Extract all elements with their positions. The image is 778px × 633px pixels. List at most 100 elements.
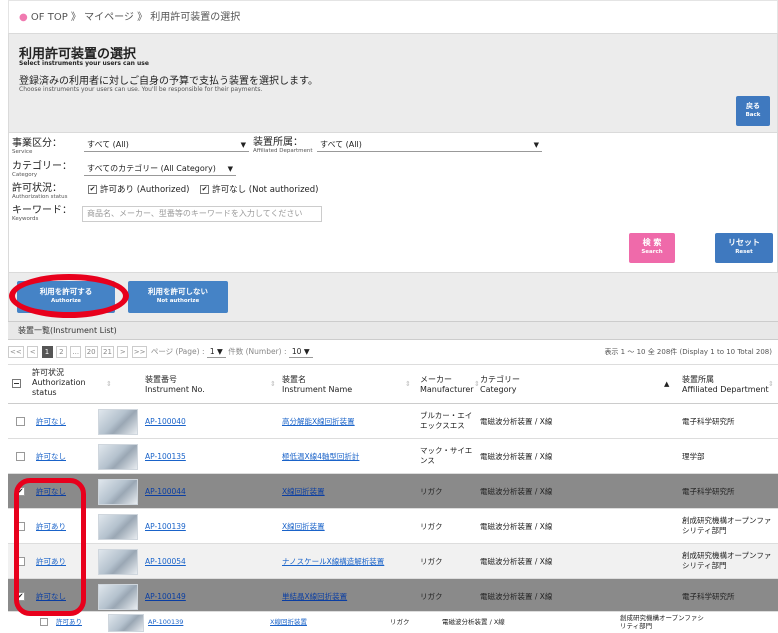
pagination: << < 1 2 ... 20 21 > >> ページ (Page) : 1 ▼… [8,341,778,363]
display-count: 表示 1 〜 10 全 208件 (Display 1 to 10 Total … [604,348,772,356]
chevron-down-icon: ▼ [533,141,539,149]
row-dept: 電子科学研究所 [682,592,735,601]
row-maker: ブルカー・エイエックスエス [420,411,473,430]
row-dept: 電子科学研究所 [682,417,735,426]
not-authorize-button[interactable]: 利用を許可しない Not authorize [128,281,228,313]
page-next[interactable]: > [117,346,129,358]
keyword-input[interactable]: 商品名、メーカー、型番等のキーワードを入力してください [82,206,322,222]
service-select[interactable]: すべて (All) ▼ [84,138,249,152]
row-maker: リガク [420,522,443,531]
table-row[interactable]: ✔ 許可なし AP-100044 X線回折装置 リガク 電磁波分析装置 / X線… [8,474,778,509]
row-name[interactable]: X線回折装置 [282,509,325,544]
search-button[interactable]: 検 索 Search [629,233,675,263]
ghost-checkbox [40,618,48,626]
row-name[interactable]: 単結晶X線回折装置 [282,579,347,614]
table-header: 許可状況 Authorization status ⇕ 装置番号 Instrumen… [8,364,778,404]
row-category: 電磁波分析装置 / X線 [480,487,553,496]
col-dept[interactable]: 装置所属 Affiliated Department [682,375,769,395]
page-2[interactable]: 2 [55,346,67,358]
row-maker: リガク [420,592,443,601]
instrument-thumbnail [98,479,138,505]
ghost-maker: リガク [390,618,410,626]
row-name[interactable]: X線回折装置 [282,474,325,509]
auth-notauthorized-checkbox[interactable]: ✔ [200,185,210,194]
page-first[interactable]: << [8,346,24,358]
sort-icon[interactable]: ⇕ [405,380,411,388]
row-no[interactable]: AP-100054 [145,544,186,579]
row-no[interactable]: AP-100139 [145,509,186,544]
chevron-down-icon: ▼ [303,347,310,356]
table-row[interactable]: 許可なし AP-100135 極低温X線4軸型回折計 マック・サイエンス 電磁波… [8,439,778,474]
number-select[interactable]: 10 ▼ [288,346,313,358]
breadcrumb-current: 利用許可装置の選択 [150,12,241,23]
page-select[interactable]: 1 ▼ [206,346,226,358]
row-no[interactable]: AP-100040 [145,404,186,439]
row-dept: 創成研究機構オープンファシリティ部門 [682,551,772,570]
page-dots: ... [70,346,82,358]
table-row[interactable]: ✔ 許可なし AP-100149 単結晶X線回折装置 リガク 電磁波分析装置 /… [8,579,778,612]
page-21[interactable]: 21 [101,346,114,358]
back-button[interactable]: 戻る Back [736,96,770,126]
auth-label: 許可状況： Authorization status [12,183,68,201]
table-row[interactable]: 許可あり AP-100054 ナノスケールX線構造解析装置 リガク 電磁波分析装… [8,544,778,579]
reset-button[interactable]: リセット Reset [715,233,773,263]
dept-label: 装置所属： Affiliated Department [253,137,313,155]
row-status[interactable]: 許可なし [36,439,66,474]
col-status[interactable]: 許可状況 Authorization status [32,368,102,398]
row-dept: 理学部 [682,452,705,461]
auth-authorized-checkbox[interactable]: ✔ [88,185,97,194]
col-name[interactable]: 装置名 Instrument Name [282,375,352,395]
sort-icon[interactable]: ⇕ [270,380,276,388]
category-select[interactable]: すべてのカテゴリー (All Category) ▼ [84,162,236,176]
ghost-category: 電磁波分析装置 / X線 [442,618,505,626]
page-20[interactable]: 20 [84,346,98,358]
row-maker: リガク [420,557,443,566]
sort-icon[interactable]: ⇕ [768,380,774,388]
select-all-checkbox[interactable] [12,379,21,388]
list-header: 装置一覧(Instrument List) [8,321,778,340]
row-maker: マック・サイエンス [420,446,473,465]
drag-ghost-row: 許可あり AP-100139 X線回折装置 リガク 電磁波分析装置 / X線 創… [28,612,778,633]
row-status[interactable]: 許可なし [36,404,66,439]
row-category: 電磁波分析装置 / X線 [480,557,553,566]
row-category: 電磁波分析装置 / X線 [480,592,553,601]
breadcrumb-sep: 》 [70,12,81,23]
col-no[interactable]: 装置番号 Instrument No. [145,375,205,395]
page-1[interactable]: 1 [41,346,53,358]
auth-options: ✔ 許可あり (Authorized) ✔ 許可なし (Not authorized… [88,184,319,196]
table-row[interactable]: 許可なし AP-100040 高分解能X線回折装置 ブルカー・エイエックスエス … [8,404,778,439]
back-label-en: Back [745,112,761,118]
row-name[interactable]: ナノスケールX線構造解析装置 [282,544,384,579]
row-name[interactable]: 高分解能X線回折装置 [282,404,355,439]
row-dept: 電子科学研究所 [682,487,735,496]
row-no[interactable]: AP-100135 [145,439,186,474]
instrument-thumbnail [98,549,138,575]
col-maker[interactable]: メーカー Manufacturer [420,375,474,395]
row-no[interactable]: AP-100149 [145,579,186,614]
auth-notauthorized-label: 許可なし (Not authorized) [212,185,319,195]
row-category: 電磁波分析装置 / X線 [480,417,553,426]
dept-select[interactable]: すべて (All) ▼ [317,138,542,152]
sort-asc-icon[interactable]: ▲ [664,380,669,388]
ghost-thumbnail [108,614,144,632]
row-no[interactable]: AP-100044 [145,474,186,509]
row-checkbox[interactable] [16,417,25,426]
ghost-dept: 創成研究機構オープンファシリティ部門 [620,614,704,630]
breadcrumb-top[interactable]: OF TOP [31,12,68,23]
back-label: 戻る [746,102,760,110]
page-label: ページ (Page) : [150,347,205,356]
table-row[interactable]: 許可あり AP-100139 X線回折装置 リガク 電磁波分析装置 / X線 創… [8,509,778,544]
highlight-oval [9,274,129,318]
col-category[interactable]: カテゴリー Category [480,375,520,395]
chevron-down-icon: ▼ [217,347,223,356]
row-checkbox[interactable] [16,452,25,461]
row-name[interactable]: 極低温X線4軸型回折計 [282,439,359,474]
chevron-down-icon: ▼ [227,165,233,173]
highlight-rect [14,478,86,616]
page-last[interactable]: >> [131,346,148,358]
sort-icon[interactable]: ⇕ [106,380,112,388]
page-prev[interactable]: < [27,346,39,358]
breadcrumb-mypage[interactable]: マイページ [84,12,134,23]
sort-icon[interactable]: ⇕ [474,380,480,388]
number-label: 件数 (Number) : [228,347,287,356]
